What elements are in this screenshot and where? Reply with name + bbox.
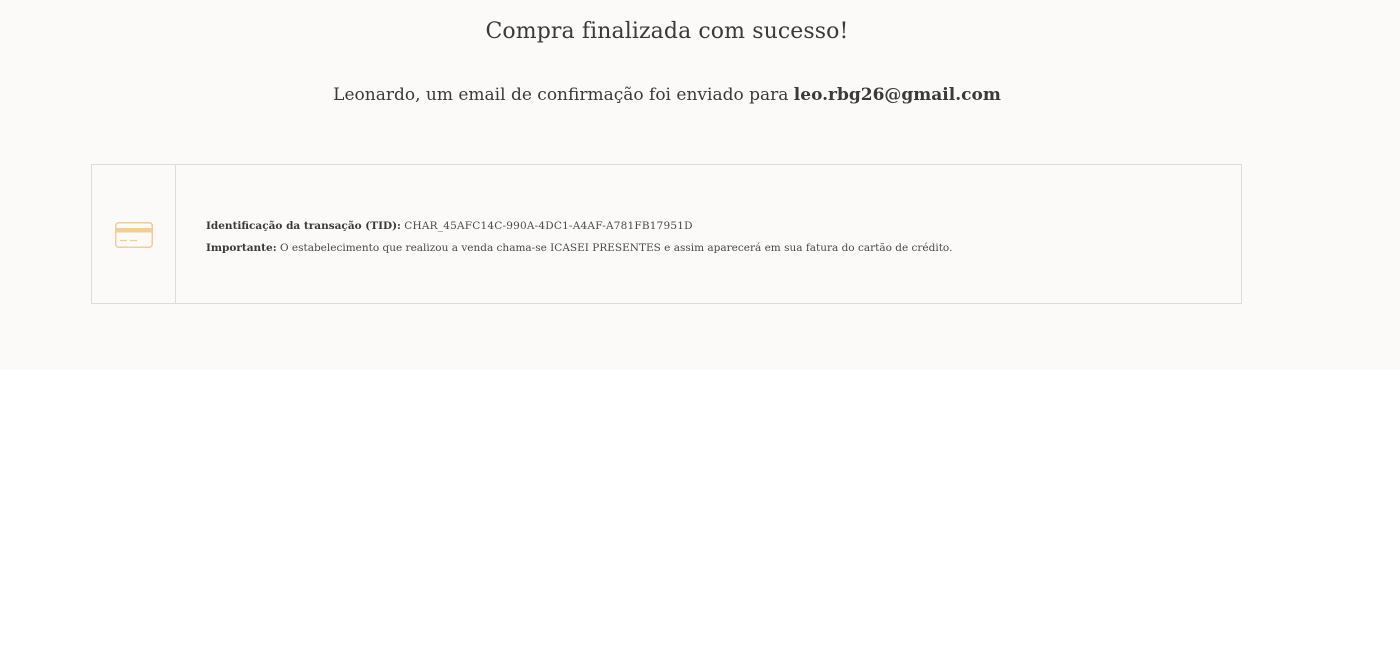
payment-icon-cell [92,165,176,303]
page-title: Compra finalizada com sucesso! [485,19,849,44]
confirmation-message-text: Leonardo, um email de confirmação foi en… [333,85,794,105]
important-text: O estabelecimento que realizou a venda c… [279,242,953,254]
important-note-line: Importante: O estabelecimento que realiz… [206,237,1221,259]
transaction-id-value: CHAR_45AFC14C-990A-4DC1-A4AF-A781FB17951… [404,220,693,232]
confirmation-message: Leonardo, um email de confirmação foi en… [0,85,1334,105]
transaction-id-label: Identificação da transação (TID): [206,220,401,232]
confirmation-email: leo.rbg26@gmail.com [793,85,1001,105]
transaction-id-line: Identificação da transação (TID): CHAR_4… [206,215,1221,237]
important-label: Importante: [206,242,277,254]
payment-info-text: Identificação da transação (TID): CHAR_4… [206,215,1221,259]
confirmation-section: Compra finalizada com sucesso! Leonardo,… [0,0,1400,370]
credit-card-icon [115,222,153,248]
payment-info-box: Identificação da transação (TID): CHAR_4… [91,164,1242,304]
